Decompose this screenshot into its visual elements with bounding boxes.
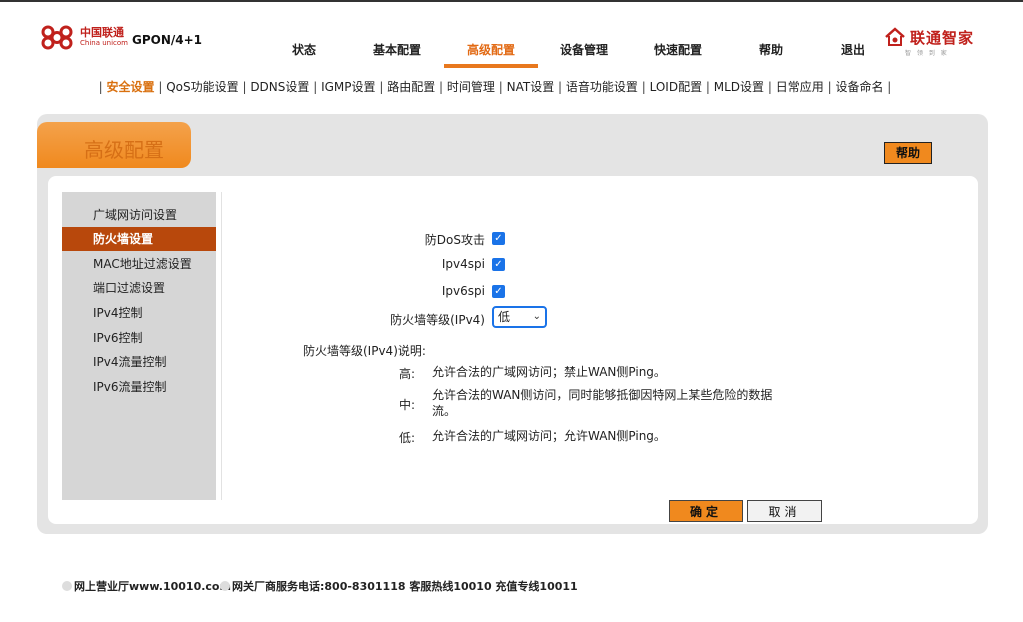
dos-label: 防DoS攻击 [424, 233, 485, 247]
panel-title: 高级配置 [84, 138, 164, 162]
level-high-name: 高: [399, 367, 416, 381]
ipv4spi-label: Ipv4spi [441, 257, 485, 271]
level-low-text: 允许合法的广域网访问；允许WAN侧Ping。 [432, 429, 666, 443]
footer-link-online-hall[interactable]: 网上营业厅www.10010.com [62, 578, 231, 594]
nav-advanced-config[interactable]: 高级配置 [446, 41, 536, 58]
logo-english-text: China unicom [80, 39, 128, 47]
level-medium-name: 中: [399, 398, 416, 412]
firewall-level-select[interactable]: 低 ⌄ [492, 306, 547, 328]
sidebar-item-ipv6-control[interactable]: IPv6控制 [62, 326, 216, 350]
brand-logo: 联通智家 [884, 26, 974, 48]
sidebar-item-ipv4-control[interactable]: IPv4控制 [62, 301, 216, 325]
sidebar-item-wan-access[interactable]: 广域网访问设置 [62, 203, 216, 227]
nav-device-management[interactable]: 设备管理 [539, 41, 629, 58]
device-model: GPON/4+1 [132, 33, 203, 47]
footer-service-hotline-text: 网关厂商服务电话:800-8301118 客服热线10010 充值专线10011 [232, 580, 578, 593]
nav-basic-config[interactable]: 基本配置 [352, 41, 442, 58]
subnav-loid[interactable]: LOID配置 [650, 80, 702, 94]
sidebar-item-port-filter[interactable]: 端口过滤设置 [62, 276, 216, 300]
footer-service-hotline: 网关厂商服务电话:800-8301118 客服热线10010 充值专线10011 [220, 578, 578, 594]
subnav-daily-apps[interactable]: 日常应用 [776, 80, 824, 94]
logo-chinese-text: 中国联通 [80, 26, 124, 39]
dos-checkbox[interactable]: ✓ [492, 232, 505, 245]
unicom-knot-icon [41, 25, 73, 50]
subnav-qos[interactable]: QoS功能设置 [166, 80, 238, 94]
sidebar-item-ipv6-traffic[interactable]: IPv6流量控制 [62, 375, 216, 399]
footer-link-online-hall-text: 网上营业厅www.10010.com [74, 580, 231, 593]
house-icon [885, 27, 905, 46]
nav-status[interactable]: 状态 [259, 41, 349, 58]
bullet-icon [220, 581, 230, 591]
level-medium-text: 允许合法的WAN侧访问，同时能够抵御因特网上某些危险的数据流。 [432, 388, 773, 418]
firewall-level-value: 低 [498, 310, 511, 324]
subnav-nat[interactable]: NAT设置 [507, 80, 555, 94]
level-low-name: 低: [399, 431, 416, 445]
sidebar-item-mac-filter[interactable]: MAC地址过滤设置 [62, 252, 216, 276]
help-button[interactable]: 帮助 [884, 142, 932, 164]
subnav-time[interactable]: 时间管理 [447, 80, 495, 94]
bullet-icon [62, 581, 72, 591]
subnav-device-naming[interactable]: 设备命名 [835, 80, 883, 94]
nav-help[interactable]: 帮助 [726, 41, 816, 58]
nav-quick-config[interactable]: 快速配置 [633, 41, 723, 58]
confirm-button[interactable]: 确定 [669, 500, 743, 522]
brand-slogan: 智 领 到 家 [905, 50, 949, 57]
sidebar-item-ipv4-traffic[interactable]: IPv4流量控制 [62, 350, 216, 374]
sub-navigation: | 安全设置 | QoS功能设置 | DDNS设置 | IGMP设置 | 路由配… [98, 80, 892, 94]
brand-text: 联通智家 [910, 28, 975, 47]
subnav-igmp[interactable]: IGMP设置 [321, 80, 375, 94]
subnav-security[interactable]: 安全设置 [107, 80, 155, 94]
subnav-voice[interactable]: 语音功能设置 [566, 80, 638, 94]
sidebar-item-firewall[interactable]: 防火墙设置 [62, 227, 216, 251]
ipv4spi-checkbox[interactable]: ✓ [492, 258, 505, 271]
firewall-level-label: 防火墙等级(IPv4) [390, 313, 485, 327]
sidebar-divider [221, 192, 222, 500]
level-high-text: 允许合法的广域网访问；禁止WAN侧Ping。 [432, 365, 666, 379]
cancel-button[interactable]: 取消 [747, 500, 822, 522]
subnav-routing[interactable]: 路由配置 [387, 80, 435, 94]
ipv6spi-checkbox[interactable]: ✓ [492, 285, 505, 298]
subnav-mld[interactable]: MLD设置 [714, 80, 764, 94]
unicom-logo: 中国联通 China unicom [38, 22, 128, 52]
chevron-down-icon: ⌄ [532, 311, 541, 322]
nav-active-indicator [444, 64, 538, 68]
ipv6spi-label: Ipv6spi [441, 284, 485, 298]
level-description-heading: 防火墙等级(IPv4)说明: [303, 344, 426, 358]
subnav-ddns[interactable]: DDNS设置 [250, 80, 309, 94]
